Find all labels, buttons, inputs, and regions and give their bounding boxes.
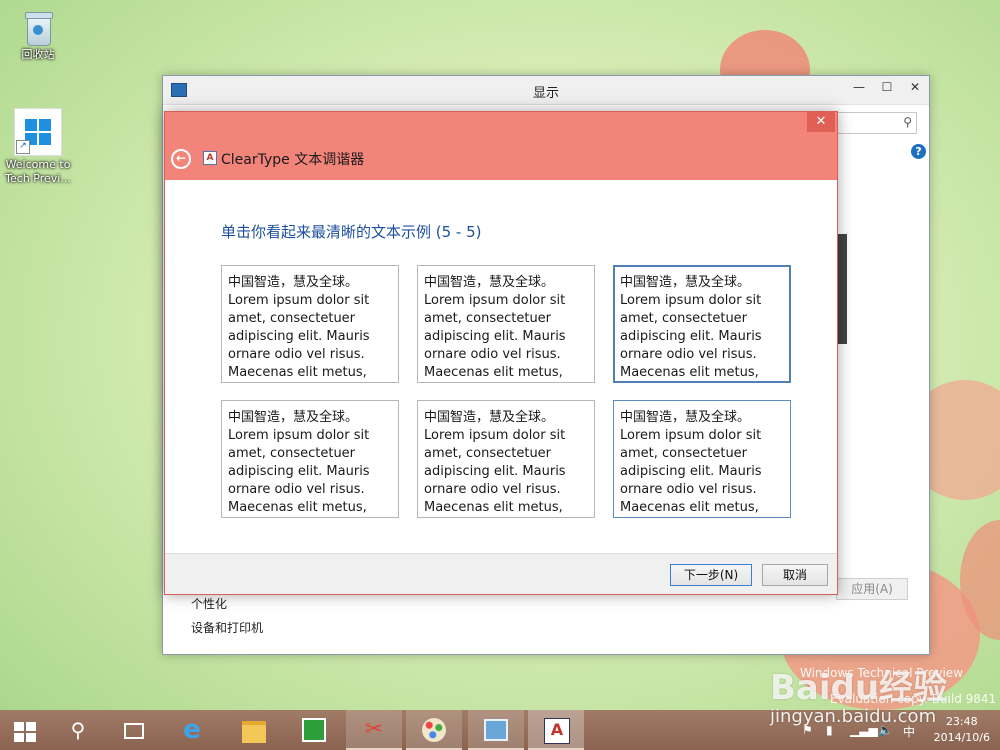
desktop-icon-recycle-bin[interactable]: 回收站: [0, 8, 76, 62]
taskbar-explorer[interactable]: [226, 710, 282, 750]
link-personalization[interactable]: 个性化: [191, 595, 227, 612]
store-icon: [302, 718, 326, 742]
sample-line: Lorem ipsum dolor sit: [228, 293, 370, 308]
sample-line: Maecenas elit metus,: [228, 500, 367, 515]
sample-line: amet, consectetuer: [424, 311, 552, 326]
palette-icon: [422, 718, 446, 742]
windows-logo-icon: [14, 722, 36, 742]
start-button[interactable]: [0, 710, 56, 750]
sample-line: amet, consectetuer: [424, 446, 552, 461]
sample-line: ornare odio vel risus.: [620, 482, 757, 497]
sample-line: adipiscing elit. Mauris: [228, 329, 370, 344]
back-arrow-icon[interactable]: ←: [171, 149, 191, 169]
baidu-watermark-url: jingyan.baidu.com: [770, 706, 937, 727]
sample-line: Lorem ipsum dolor sit: [424, 428, 566, 443]
internet-explorer-icon: e: [183, 715, 201, 745]
sample-line: adipiscing elit. Mauris: [228, 464, 370, 479]
task-view-icon: [124, 723, 144, 739]
sample-line: Maecenas elit metus,: [424, 365, 563, 380]
preview-strip: [837, 234, 847, 344]
cleartype-dialog: ✕ ← A ClearType 文本调谐器 单击你看起来最清晰的文本示例 (5 …: [164, 111, 838, 595]
sample-line: Maecenas elit metus,: [424, 500, 563, 515]
sample-line: ornare odio vel risus.: [424, 482, 561, 497]
sample-line: Lorem ipsum dolor sit: [620, 428, 762, 443]
window-title: 显示: [532, 86, 559, 101]
sample-line: 中国智造，慧及全球。: [228, 275, 359, 290]
sample-line: adipiscing elit. Mauris: [424, 464, 566, 479]
text-sample-6[interactable]: 中国智造，慧及全球。 Lorem ipsum dolor sit amet, con…: [613, 400, 791, 518]
text-sample-1[interactable]: 中国智造，慧及全球。 Lorem ipsum dolor sit amet, con…: [221, 265, 399, 383]
sample-line: adipiscing elit. Mauris: [620, 464, 762, 479]
recycle-bin-icon: [23, 8, 53, 46]
search-icon: ⚲: [903, 115, 912, 129]
apply-button[interactable]: 应用(A): [836, 578, 908, 600]
sample-line: Maecenas elit metus,: [620, 365, 759, 380]
taskbar-snipping[interactable]: ✂: [346, 710, 402, 750]
taskbar-store[interactable]: [286, 710, 342, 750]
dialog-close-button[interactable]: ✕: [807, 112, 835, 132]
sample-line: Maecenas elit metus,: [620, 500, 759, 515]
task-view-button[interactable]: [106, 710, 162, 750]
minimize-button[interactable]: —: [845, 76, 873, 98]
sample-line: Lorem ipsum dolor sit: [228, 428, 370, 443]
sample-line: 中国智造，慧及全球。: [424, 410, 555, 425]
cleartype-icon: A: [203, 151, 217, 165]
baidu-watermark-logo: Baidu经验: [770, 668, 948, 708]
search-input[interactable]: ⚲: [835, 112, 917, 134]
scissors-icon: ✂: [364, 717, 384, 742]
clock-date: 2014/10/6: [933, 731, 990, 744]
text-sample-3[interactable]: 中国智造，慧及全球。 Lorem ipsum dolor sit amet, con…: [613, 265, 791, 383]
control-panel-icon: [484, 719, 508, 741]
windows-logo-icon: ↗: [14, 108, 62, 156]
sample-line: amet, consectetuer: [620, 446, 748, 461]
sample-line: ornare odio vel risus.: [424, 347, 561, 362]
display-window-titlebar[interactable]: 显示 — ☐ ✕: [163, 76, 929, 105]
help-icon[interactable]: ?: [911, 144, 926, 159]
sample-line: ornare odio vel risus.: [228, 347, 365, 362]
desktop-icon-label: 回收站: [21, 48, 55, 61]
folder-icon: [242, 721, 266, 743]
taskbar-cleartype[interactable]: A: [528, 710, 584, 750]
taskbar-control-panel[interactable]: [468, 710, 524, 750]
next-button[interactable]: 下一步(N): [670, 564, 752, 586]
text-sample-4[interactable]: 中国智造，慧及全球。 Lorem ipsum dolor sit amet, con…: [221, 400, 399, 518]
text-sample-2[interactable]: 中国智造，慧及全球。 Lorem ipsum dolor sit amet, con…: [417, 265, 595, 383]
taskbar-search-button[interactable]: ⚲: [50, 710, 106, 750]
sample-line: 中国智造，慧及全球。: [620, 410, 751, 425]
search-icon: ⚲: [70, 718, 86, 742]
sample-line: amet, consectetuer: [228, 311, 356, 326]
taskbar-paint[interactable]: [406, 710, 462, 750]
dialog-title: ClearType 文本调谐器: [221, 152, 365, 168]
close-button[interactable]: ✕: [901, 76, 929, 98]
text-sample-5[interactable]: 中国智造，慧及全球。 Lorem ipsum dolor sit amet, con…: [417, 400, 595, 518]
sample-line: amet, consectetuer: [228, 446, 356, 461]
sample-line: Lorem ipsum dolor sit: [620, 293, 762, 308]
shortcut-arrow-icon: ↗: [16, 140, 30, 154]
sample-line: 中国智造，慧及全球。: [228, 410, 359, 425]
sample-line: adipiscing elit. Mauris: [620, 329, 762, 344]
dialog-footer: 下一步(N) 取消: [165, 553, 837, 594]
clock-time: 23:48: [945, 715, 978, 728]
link-devices-printers[interactable]: 设备和打印机: [191, 619, 263, 636]
cleartype-icon: A: [544, 718, 570, 744]
desktop-icon-welcome[interactable]: ↗ Welcome to Tech Previ...: [0, 108, 76, 186]
sample-line: 中国智造，慧及全球。: [424, 275, 555, 290]
maximize-button[interactable]: ☐: [873, 76, 901, 98]
sample-line: Maecenas elit metus,: [228, 365, 367, 380]
instruction-text: 单击你看起来最清晰的文本示例 (5 - 5): [221, 223, 482, 241]
sample-line: Lorem ipsum dolor sit: [424, 293, 566, 308]
sample-line: ornare odio vel risus.: [228, 482, 365, 497]
sample-line: adipiscing elit. Mauris: [424, 329, 566, 344]
clock[interactable]: 23:48 2014/10/6: [934, 714, 990, 746]
taskbar-ie[interactable]: e: [164, 710, 220, 750]
cancel-button[interactable]: 取消: [762, 564, 828, 586]
sample-line: amet, consectetuer: [620, 311, 748, 326]
dialog-header: ✕ ← A ClearType 文本调谐器: [165, 112, 837, 180]
desktop-icon-label: Welcome to Tech Previ...: [5, 158, 71, 185]
sample-line: 中国智造，慧及全球。: [620, 275, 751, 290]
sample-line: ornare odio vel risus.: [620, 347, 757, 362]
